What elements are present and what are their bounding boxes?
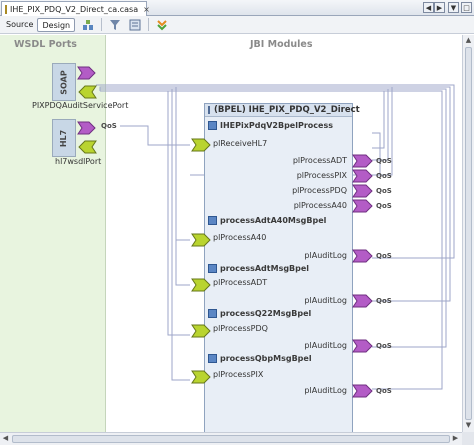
consumer-endpoint-label[interactable]: plProcessA40 (213, 233, 266, 242)
provider-endpoint-label[interactable]: plProcessA40 (294, 201, 347, 210)
provider-arrow-icon[interactable] (352, 339, 374, 353)
casa-file-icon (5, 4, 7, 14)
scroll-left-icon[interactable]: ◀ (0, 433, 11, 444)
scroll-down-icon[interactable]: ▼ (463, 420, 474, 431)
qos-badge[interactable]: QoS (376, 187, 392, 195)
process-title: processAdtMsgBpel (208, 264, 309, 273)
bpel-process-icon (208, 121, 217, 130)
consumer-arrow-icon[interactable] (190, 370, 212, 384)
process-title: IHEPixPdqV2BpelProcess (208, 121, 333, 130)
design-view-button[interactable]: Design (37, 17, 76, 32)
process-title: processAdtA40MsgBpel (208, 216, 326, 225)
build-icon[interactable] (81, 18, 95, 32)
scroll-tabs-left-button[interactable]: ◀ (423, 2, 434, 13)
soap-port-name: PIXPDQAuditServicePort (32, 101, 129, 110)
provider-arrow-icon[interactable] (352, 384, 374, 398)
qos-badge[interactable]: QoS (376, 202, 392, 210)
scroll-up-icon[interactable]: ▲ (463, 35, 474, 46)
bpel-process-icon (208, 216, 217, 225)
provider-endpoint-label[interactable]: plAuditLog (304, 386, 347, 395)
hl7-port-box[interactable]: HL7 (52, 119, 76, 157)
provider-endpoint-label[interactable]: plAuditLog (304, 251, 347, 260)
bpel-process-icon (208, 264, 217, 273)
editor-tab[interactable]: IHE_PIX_PDQ_V2_Direct_ca.casa × (1, 1, 150, 16)
source-view-button[interactable]: Source (2, 18, 37, 32)
provider-arrow-icon[interactable] (352, 154, 374, 168)
design-canvas: WSDL Ports JBI Modules SOAP PIXPDQAuditS… (0, 35, 462, 439)
bpel-process-icon (208, 354, 217, 363)
editor-toolbar: Source Design (0, 16, 474, 34)
hl7-port-type: HL7 (59, 129, 69, 147)
maximize-button[interactable]: □ (461, 2, 472, 13)
provider-arrow-icon[interactable] (352, 199, 374, 213)
process-title: processQbpMsgBpel (208, 354, 312, 363)
consumer-endpoint-label[interactable]: plReceiveHL7 (213, 139, 267, 148)
consumer-endpoint-label[interactable]: plProcessPIX (213, 370, 263, 379)
provider-endpoint-label[interactable]: plAuditLog (304, 296, 347, 305)
qos-badge[interactable]: QoS (376, 252, 392, 260)
toolbar-separator (148, 18, 150, 31)
provider-arrow-icon[interactable] (352, 169, 374, 183)
provider-arrow-icon[interactable] (352, 294, 374, 308)
qos-badge[interactable]: QoS (376, 297, 392, 305)
vertical-scroll-thumb[interactable] (465, 47, 472, 420)
consumer-arrow-icon[interactable] (190, 324, 212, 338)
module-header: (BPEL) IHE_PIX_PDQ_V2_Direct (205, 104, 360, 117)
editor-tab-bar: IHE_PIX_PDQ_V2_Direct_ca.casa × ◀ ▶ ▼ □ (0, 0, 474, 16)
provider-endpoint-label[interactable]: plAuditLog (304, 341, 347, 350)
soap-port-type: SOAP (59, 69, 69, 95)
tab-list-button[interactable]: ▼ (448, 2, 459, 13)
collapse-icon[interactable] (208, 106, 210, 114)
provider-arrow-icon[interactable] (352, 249, 374, 263)
tab-title: IHE_PIX_PDQ_V2_Direct_ca.casa (10, 4, 139, 14)
qos-badge[interactable]: QoS (376, 342, 392, 350)
hl7-port-name: hl7wsdlPort (55, 157, 102, 166)
soap-port-box[interactable]: SOAP (52, 63, 76, 101)
qos-badge[interactable]: QoS (101, 122, 117, 130)
qos-badge[interactable]: QoS (376, 157, 392, 165)
horizontal-scrollbar[interactable]: ◀ ▶ (0, 432, 462, 445)
process-title: processQ22MsgBpel (208, 309, 311, 318)
scroll-right-icon[interactable]: ▶ (450, 433, 461, 444)
qos-badge[interactable]: QoS (376, 172, 392, 180)
horizontal-scroll-thumb[interactable] (12, 435, 450, 443)
scrollbar-corner (462, 432, 474, 445)
consumer-arrow-icon[interactable] (190, 138, 212, 152)
vertical-scrollbar[interactable]: ▲ ▼ (462, 35, 474, 432)
soap-endpoint-arrows[interactable] (77, 66, 97, 100)
consumer-endpoint-label[interactable]: plProcessADT (213, 278, 267, 287)
consumer-arrow-icon[interactable] (190, 233, 212, 247)
collapse-icon[interactable] (155, 18, 169, 32)
hl7-endpoint-arrows[interactable] (77, 121, 97, 155)
properties-icon[interactable] (128, 18, 142, 32)
provider-endpoint-label[interactable]: plProcessPDQ (292, 186, 347, 195)
toolbar-separator (101, 18, 103, 31)
consumer-endpoint-label[interactable]: plProcessPDQ (213, 324, 268, 333)
provider-endpoint-label[interactable]: plProcessADT (293, 156, 347, 165)
bpel-process-icon (208, 309, 217, 318)
provider-endpoint-label[interactable]: plProcessPIX (297, 171, 347, 180)
scroll-tabs-right-button[interactable]: ▶ (434, 2, 445, 13)
consumer-arrow-icon[interactable] (190, 278, 212, 292)
module-title: (BPEL) IHE_PIX_PDQ_V2_Direct (214, 105, 360, 115)
provider-arrow-icon[interactable] (352, 184, 374, 198)
close-icon[interactable]: × (143, 5, 150, 14)
filter-icon[interactable] (108, 18, 122, 32)
qos-badge[interactable]: QoS (376, 387, 392, 395)
bpel-module[interactable]: (BPEL) IHE_PIX_PDQ_V2_Direct IHEPixPdqV2… (204, 103, 360, 439)
